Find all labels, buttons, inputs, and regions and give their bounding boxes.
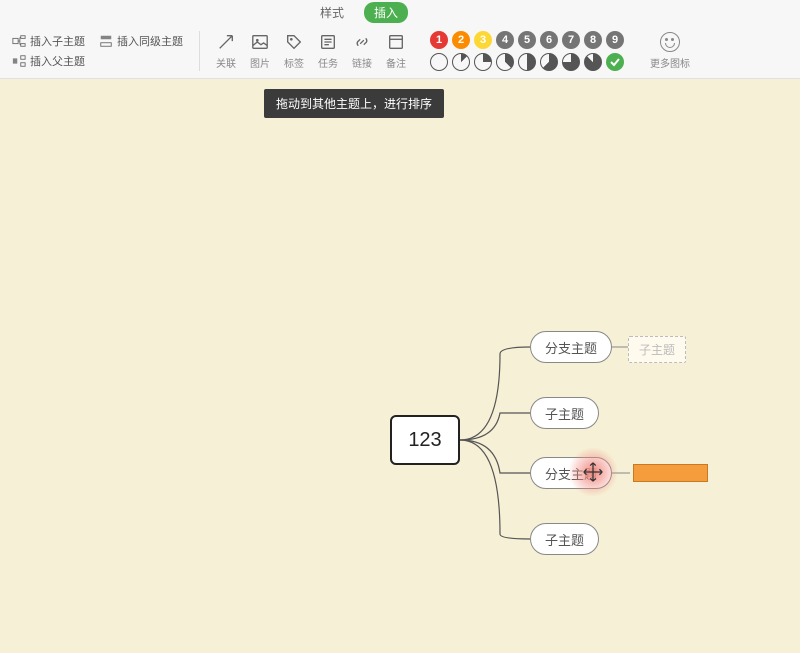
progress-pie-row (430, 53, 624, 71)
tab-style[interactable]: 样式 (320, 4, 344, 21)
insert-parent-label: 插入父主题 (30, 53, 85, 69)
node-branch-2[interactable]: 子主题 (530, 397, 599, 429)
relation-button[interactable]: 关联 (216, 32, 236, 70)
node-ghost-child[interactable]: 子主题 (628, 336, 686, 363)
tag-icon (284, 32, 304, 52)
priority-dot-5[interactable]: 5 (518, 31, 536, 49)
mindmap-canvas[interactable]: 拖动到其他主题上，进行排序 123 分支主题 子主题 子主题 分支主题 子主题 (0, 79, 800, 653)
priority-number-row: 123456789 (430, 31, 624, 49)
progress-50-icon[interactable] (518, 53, 536, 71)
tag-label: 标签 (284, 55, 304, 70)
node-branch-1[interactable]: 分支主题 (530, 331, 612, 363)
sibling-topic-icon (99, 34, 113, 48)
progress-87.5-icon[interactable] (584, 53, 602, 71)
progress-done-icon[interactable] (606, 53, 624, 71)
priority-dot-1[interactable]: 1 (430, 31, 448, 49)
priority-dot-7[interactable]: 7 (562, 31, 580, 49)
priority-group: 123456789 (430, 31, 624, 71)
priority-dot-8[interactable]: 8 (584, 31, 602, 49)
insert-child-label: 插入子主题 (30, 33, 85, 49)
insert-tools-group: 关联 图片 标签 任务 链接 备注 (216, 32, 406, 70)
image-label: 图片 (250, 55, 270, 70)
toolbar-separator (199, 31, 200, 71)
top-tab-bar: 样式 插入 (0, 0, 800, 24)
task-icon (318, 32, 338, 52)
priority-dot-9[interactable]: 9 (606, 31, 624, 49)
more-icons-label: 更多图标 (650, 55, 690, 70)
task-label: 任务 (318, 55, 338, 70)
insert-actions-group: 插入子主题 插入同级主题 插入父主题 (12, 33, 183, 69)
center-node[interactable]: 123 (390, 415, 460, 465)
more-icons-button[interactable]: 更多图标 (650, 32, 690, 70)
link-button[interactable]: 链接 (352, 32, 372, 70)
insert-sibling-label: 插入同级主题 (117, 33, 183, 49)
node-branch-3[interactable]: 分支主题 (530, 457, 612, 489)
image-button[interactable]: 图片 (250, 32, 270, 70)
relation-label: 关联 (216, 55, 236, 70)
drop-target-placeholder (633, 464, 708, 482)
toolbar: 插入子主题 插入同级主题 插入父主题 关联 图片 (0, 24, 800, 79)
insert-parent-button[interactable]: 插入父主题 (12, 53, 85, 69)
progress-37.5-icon[interactable] (496, 53, 514, 71)
priority-dot-3[interactable]: 3 (474, 31, 492, 49)
connections (0, 79, 800, 653)
child-topic-icon (12, 34, 26, 48)
progress-75-icon[interactable] (562, 53, 580, 71)
priority-dot-2[interactable]: 2 (452, 31, 470, 49)
parent-topic-icon (12, 54, 26, 68)
priority-dot-4[interactable]: 4 (496, 31, 514, 49)
insert-sibling-button[interactable]: 插入同级主题 (99, 33, 183, 49)
smile-icon (660, 32, 680, 52)
node-branch-4[interactable]: 子主题 (530, 523, 599, 555)
arrow-icon (216, 32, 236, 52)
task-button[interactable]: 任务 (318, 32, 338, 70)
progress-0-icon[interactable] (430, 53, 448, 71)
note-icon (386, 32, 406, 52)
priority-dot-6[interactable]: 6 (540, 31, 558, 49)
note-label: 备注 (386, 55, 406, 70)
progress-25-icon[interactable] (474, 53, 492, 71)
drag-tooltip: 拖动到其他主题上，进行排序 (264, 89, 444, 118)
progress-12.5-icon[interactable] (452, 53, 470, 71)
link-icon (352, 32, 372, 52)
tab-insert[interactable]: 插入 (364, 2, 408, 23)
insert-child-button[interactable]: 插入子主题 (12, 33, 85, 49)
tag-button[interactable]: 标签 (284, 32, 304, 70)
link-label: 链接 (352, 55, 372, 70)
image-icon (250, 32, 270, 52)
progress-62.5-icon[interactable] (540, 53, 558, 71)
note-button[interactable]: 备注 (386, 32, 406, 70)
